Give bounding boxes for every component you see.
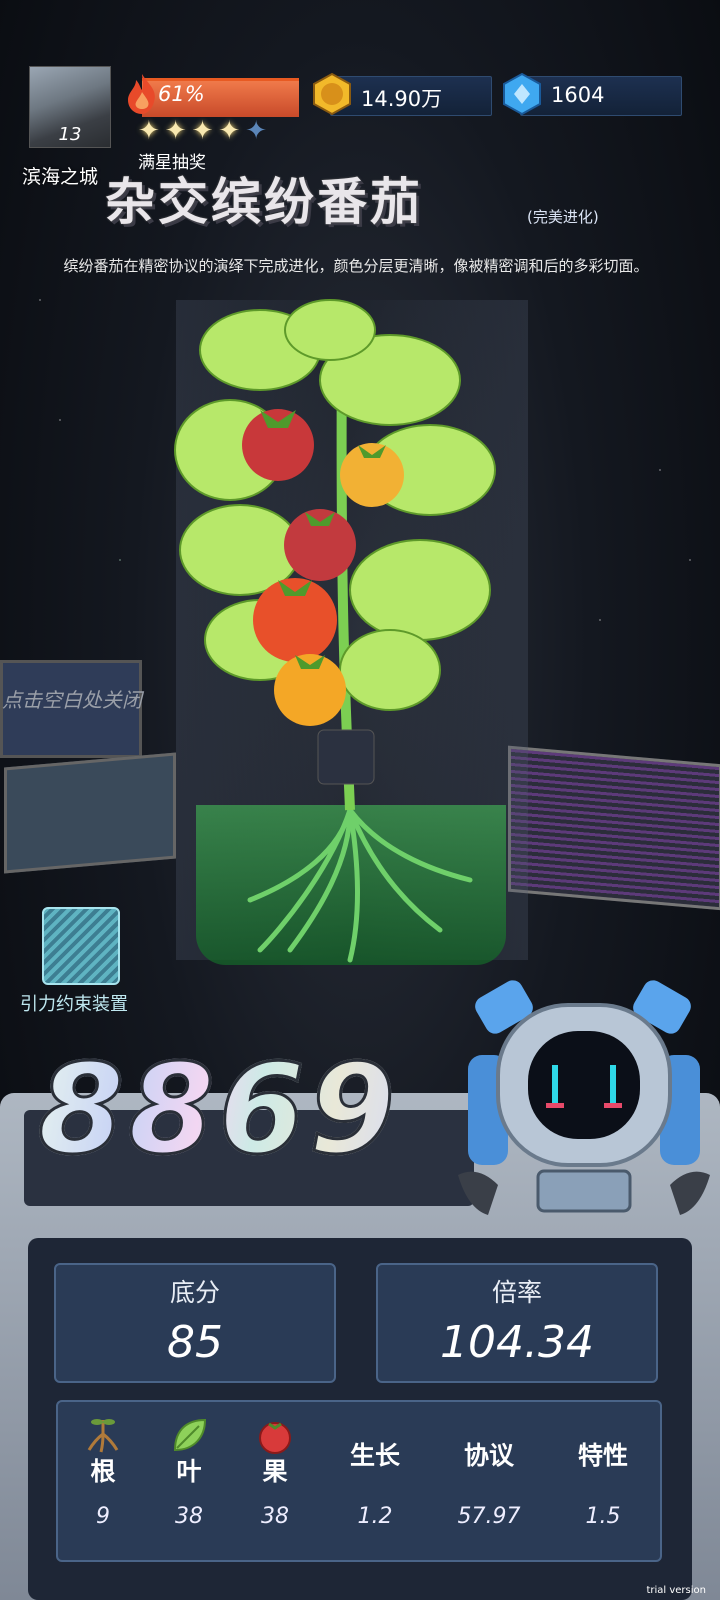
city-name: 滨海之城	[22, 166, 99, 188]
gravity-device-icon[interactable]	[42, 907, 120, 985]
root-icon	[87, 1419, 119, 1453]
right-monitor-prop	[508, 745, 720, 911]
multiplier-label: 倍率	[491, 1278, 542, 1307]
stat-value: 9	[96, 1504, 110, 1529]
gem-amount: 1604	[551, 83, 605, 107]
plant-title: 杂交缤纷番茄	[105, 173, 423, 231]
star-rating: ✦ ✦ ✦ ✦ ✦	[138, 117, 267, 145]
stat-label: 果	[262, 1457, 288, 1486]
total-score: 8869	[36, 1037, 400, 1184]
gold-coin-icon	[313, 72, 351, 116]
watermark: trial version	[646, 1585, 706, 1596]
stat-value: 57.97	[457, 1504, 521, 1529]
base-score-value: 85	[167, 1317, 223, 1368]
stat-value: 38	[261, 1504, 289, 1529]
heat-meter[interactable]: 61%	[124, 66, 299, 117]
gem-currency[interactable]: 1604	[520, 76, 682, 116]
stats-table: 根 9 叶 38 果 38 生长 1.2 协议 57.97 特性 1.5	[56, 1400, 662, 1562]
stat-value: 1.5	[585, 1504, 621, 1529]
multiplier-value: 104.34	[440, 1317, 594, 1368]
stat-value: 1.2	[357, 1504, 393, 1529]
heat-percent: 61%	[158, 82, 205, 106]
player-level: 13	[58, 124, 82, 145]
plant-description: 缤纷番茄在精密协议的演绎下完成进化，颜色分层更清晰，像被精密调和后的多彩切面。	[63, 257, 649, 275]
multiplier-card: 倍率 104.34	[376, 1263, 658, 1383]
gold-amount: 14.90万	[361, 87, 443, 111]
stat-label: 根	[90, 1457, 116, 1486]
tap-to-close-hint[interactable]: 点击空白处关闭	[2, 684, 142, 713]
stat-label: 叶	[176, 1457, 202, 1486]
star-icon: ✦	[218, 116, 241, 146]
base-score-card: 底分 85	[54, 1263, 336, 1383]
robot-mascot	[458, 980, 710, 1215]
blue-gem-icon	[503, 72, 541, 116]
stat-label: 生长	[349, 1441, 400, 1470]
stat-label: 协议	[463, 1441, 514, 1470]
stat-label: 特性	[577, 1441, 628, 1470]
leaf-icon	[173, 1418, 207, 1452]
gravity-device-label[interactable]: 引力约束装置	[20, 990, 128, 1016]
stat-value: 38	[175, 1504, 203, 1529]
gold-currency[interactable]: 14.90万	[330, 76, 492, 116]
game-scene[interactable]: 13 滨海之城 61% ✦ ✦ ✦ ✦ ✦ 满星抽奖 14.90万 1604 杂…	[0, 0, 720, 1600]
flame-icon	[128, 74, 155, 114]
star-empty-icon: ✦	[245, 116, 267, 146]
tomato-plant-illustration	[174, 299, 496, 963]
star-icon: ✦	[138, 116, 160, 146]
star-icon: ✦	[191, 116, 214, 146]
evolution-tag: (完美进化)	[527, 208, 599, 226]
base-score-label: 底分	[169, 1278, 220, 1307]
star-icon: ✦	[164, 116, 187, 146]
player-avatar[interactable]: 13	[29, 66, 111, 148]
fruit-icon	[259, 1422, 291, 1454]
